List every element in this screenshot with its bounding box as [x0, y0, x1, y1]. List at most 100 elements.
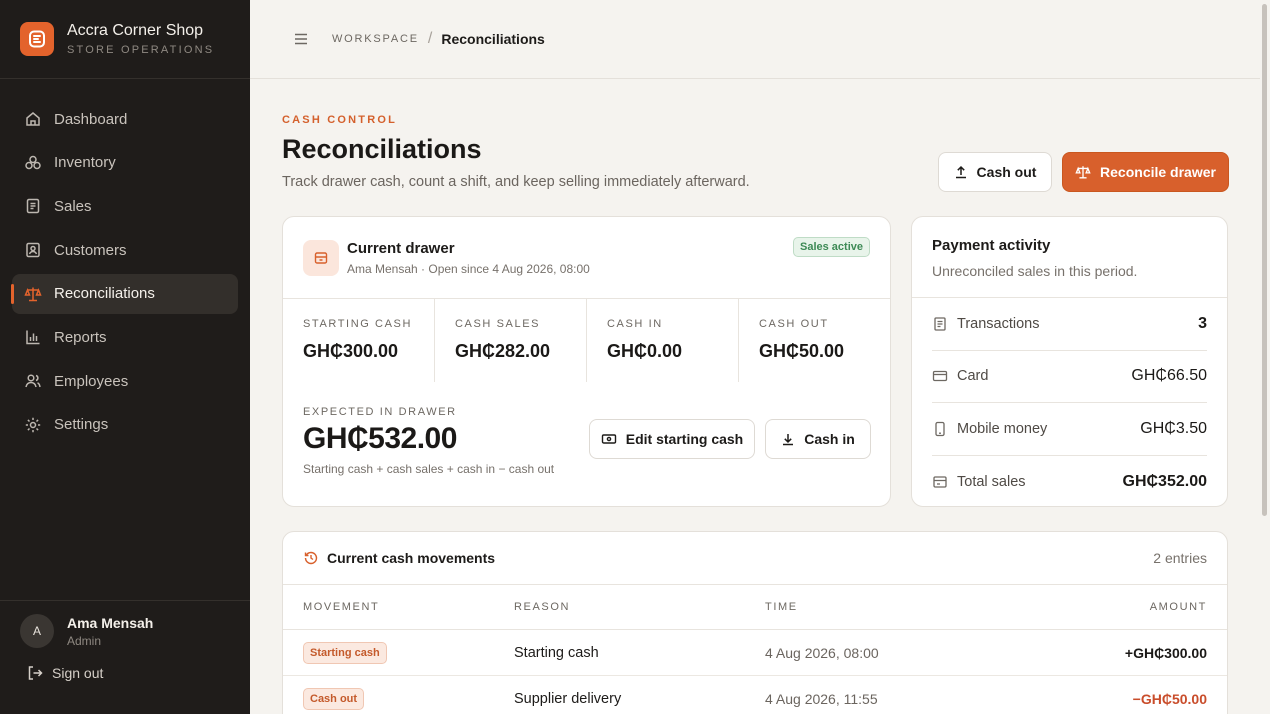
payment-row-total-sales: Total sales GH₵352.00 [932, 456, 1207, 509]
payment-value: GH₵3.50 [1140, 419, 1207, 437]
table-row[interactable]: Starting cash Starting cash 4 Aug 2026, … [283, 630, 1227, 676]
breadcrumb-current: Reconciliations [441, 31, 545, 47]
column-header-movement: MOVEMENT [303, 601, 380, 613]
sidebar-item-dashboard[interactable]: Dashboard [12, 99, 238, 139]
payment-header: Payment activity Unreconciled sales in t… [912, 217, 1227, 298]
sidebar: Accra Corner Shop STORE OPERATIONS Dashb… [0, 0, 250, 714]
card-icon [932, 368, 948, 384]
movements-title: Current cash movements [327, 550, 496, 566]
stat-cash-in: CASH IN GH₵0.00 [587, 299, 739, 382]
user-name: Ama Mensah [67, 614, 154, 631]
cash-in-label: Cash in [804, 431, 855, 447]
sidebar-item-settings[interactable]: Settings [12, 405, 238, 445]
sidebar-item-label: Settings [54, 416, 109, 434]
avatar: A [20, 614, 54, 648]
movement-amount: +GH₵300.00 [1124, 644, 1207, 661]
movement-type-badge: Cash out [303, 687, 365, 710]
stat-label: CASH IN [607, 318, 663, 330]
payment-label: Transactions [957, 315, 1040, 332]
sidebar-item-label: Dashboard [54, 110, 128, 128]
payment-rows: Transactions 3 Card GH₵66.50 Mobile mone… [912, 298, 1227, 508]
brand-subtitle: STORE OPERATIONS [67, 44, 215, 56]
stat-cash-sales: CASH SALES GH₵282.00 [435, 299, 587, 382]
drawer-meta: Ama Mensah · Open since 4 Aug 2026, 08:0… [347, 261, 590, 276]
cash-in-button[interactable]: Cash in [765, 419, 871, 459]
topbar: WORKSPACE / Reconciliations [250, 0, 1260, 79]
payment-row-card: Card GH₵66.50 [932, 351, 1207, 403]
column-header-amount: AMOUNT [1149, 601, 1207, 613]
page-subtitle: Track drawer cash, count a shift, and ke… [282, 174, 750, 190]
movements-header: Current cash movements 2 entries [283, 532, 1227, 585]
sidebar-item-label: Customers [54, 241, 127, 259]
payment-label: Total sales [957, 473, 1026, 490]
breadcrumb-separator: / [427, 30, 433, 47]
drawer-title: Current drawer [347, 239, 455, 257]
column-header-time: TIME [765, 601, 798, 613]
phone-icon [932, 421, 948, 437]
payment-title: Payment activity [932, 237, 1051, 254]
sign-out-icon [26, 664, 44, 682]
user-profile[interactable]: A Ama Mensah Admin [0, 601, 250, 648]
current-drawer-card: Current drawer Ama Mensah · Open since 4… [282, 216, 891, 507]
expected-label: EXPECTED IN DRAWER [303, 406, 457, 418]
drawer-icon [303, 239, 339, 276]
table-header: MOVEMENT REASON TIME AMOUNT [283, 585, 1227, 630]
bar-chart-icon [24, 328, 42, 346]
stat-label: STARTING CASH [303, 318, 413, 330]
scale-icon [24, 285, 42, 303]
payment-value: GH₵66.50 [1131, 367, 1207, 385]
payment-activity-card: Payment activity Unreconciled sales in t… [911, 216, 1228, 507]
cash-movements-card: Current cash movements 2 entries MOVEMEN… [282, 531, 1228, 714]
users-icon [24, 372, 42, 390]
sidebar-item-employees[interactable]: Employees [12, 361, 238, 401]
payment-label: Mobile money [957, 420, 1048, 437]
reconcile-drawer-label: Reconcile drawer [1100, 164, 1216, 180]
stat-cash-out: CASH OUT GH₵50.00 [739, 299, 890, 382]
hamburger-menu-icon[interactable] [294, 33, 308, 45]
drawer-stats: STARTING CASH GH₵300.00 CASH SALES GH₵28… [283, 299, 890, 382]
stat-starting-cash: STARTING CASH GH₵300.00 [283, 299, 435, 382]
user-block: A Ama Mensah Admin Sign out [0, 600, 250, 714]
sign-out-button[interactable]: Sign out [0, 648, 250, 682]
sidebar-item-inventory[interactable]: Inventory [12, 143, 238, 183]
edit-starting-cash-button[interactable]: Edit starting cash [589, 419, 755, 459]
payment-value: 3 [1198, 314, 1207, 332]
brand[interactable]: Accra Corner Shop STORE OPERATIONS [0, 0, 250, 79]
contact-icon [24, 241, 42, 259]
user-role: Admin [67, 633, 102, 648]
boxes-icon [24, 154, 42, 172]
payment-value: GH₵352.00 [1122, 472, 1208, 490]
receipt-icon [24, 197, 42, 215]
cash-out-label: Cash out [976, 164, 1037, 180]
payment-subtitle: Unreconciled sales in this period. [932, 263, 1138, 279]
sidebar-item-customers[interactable]: Customers [12, 230, 238, 270]
sidebar-item-reports[interactable]: Reports [12, 317, 238, 357]
stat-value: GH₵282.00 [455, 341, 551, 361]
wallet-icon [932, 474, 948, 490]
sidebar-nav: Dashboard Inventory Sales Customers Reco… [0, 79, 250, 445]
sidebar-item-label: Sales [54, 197, 92, 215]
movement-amount: −GH₵50.00 [1132, 690, 1207, 707]
reconcile-drawer-button[interactable]: Reconcile drawer [1062, 152, 1229, 192]
stat-value: GH₵50.00 [759, 341, 845, 361]
sidebar-item-reconciliations[interactable]: Reconciliations [11, 273, 238, 314]
drawer-header: Current drawer Ama Mensah · Open since 4… [283, 217, 890, 299]
sidebar-item-label: Inventory [54, 154, 116, 172]
table-row[interactable]: Cash out Supplier delivery 4 Aug 2026, 1… [283, 676, 1227, 714]
stat-label: CASH OUT [759, 318, 829, 330]
edit-starting-cash-label: Edit starting cash [625, 431, 744, 447]
movement-time: 4 Aug 2026, 08:00 [765, 644, 879, 661]
breadcrumb-workspace[interactable]: WORKSPACE [332, 33, 419, 45]
status-badge: Sales active [793, 237, 870, 257]
stat-value: GH₵0.00 [607, 341, 683, 361]
cash-out-button[interactable]: Cash out [938, 152, 1052, 192]
movement-type-badge: Starting cash [303, 641, 387, 664]
cash-icon [601, 432, 617, 446]
movement-time: 4 Aug 2026, 11:55 [765, 690, 878, 707]
history-icon [303, 550, 319, 566]
payment-row-transactions: Transactions 3 [932, 298, 1207, 351]
gear-icon [24, 416, 42, 434]
page-scrollbar[interactable] [1262, 4, 1267, 516]
scale-icon [1075, 164, 1091, 180]
sidebar-item-sales[interactable]: Sales [12, 186, 238, 226]
